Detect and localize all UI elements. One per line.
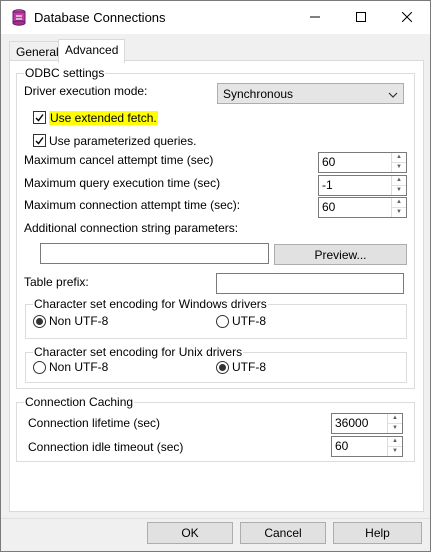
ok-button-label: OK xyxy=(181,526,199,540)
max-cancel-label: Maximum cancel attempt time (sec) xyxy=(24,153,214,167)
use-parameterized-label[interactable]: Use parameterized queries. xyxy=(49,134,196,148)
connection-idle-spinner[interactable]: ▲ ▼ xyxy=(387,437,402,456)
max-connection-value: 60 xyxy=(322,200,336,214)
connection-lifetime-value: 36000 xyxy=(335,416,369,430)
max-connection-input[interactable]: 60 ▲ ▼ xyxy=(318,197,407,218)
help-button[interactable]: Help xyxy=(333,522,422,544)
driver-mode-select[interactable]: Synchronous xyxy=(217,83,404,104)
use-extended-fetch-label[interactable]: Use extended fetch. xyxy=(49,111,158,125)
windows-utf8-radio[interactable] xyxy=(216,315,229,328)
max-query-input[interactable]: -1 ▲ ▼ xyxy=(318,175,407,196)
spin-up-icon[interactable]: ▲ xyxy=(392,153,406,163)
spin-up-icon[interactable]: ▲ xyxy=(388,414,402,424)
use-parameterized-checkbox[interactable] xyxy=(33,134,46,147)
preview-button[interactable]: Preview... xyxy=(274,244,407,265)
unix-non-utf8-label[interactable]: Non UTF-8 xyxy=(49,360,108,374)
connection-lifetime-label: Connection lifetime (sec) xyxy=(28,416,161,430)
spin-up-icon[interactable]: ▲ xyxy=(388,437,402,447)
advanced-tab-panel: ODBC settings Driver execution mode: Syn… xyxy=(9,60,424,512)
table-prefix-input[interactable] xyxy=(216,273,404,294)
max-cancel-spinner[interactable]: ▲ ▼ xyxy=(391,153,406,172)
windows-utf8-label[interactable]: UTF-8 xyxy=(232,314,266,328)
windows-non-utf8-radio[interactable] xyxy=(33,315,46,328)
connection-idle-value: 60 xyxy=(335,439,349,453)
driver-mode-label: Driver execution mode: xyxy=(24,84,148,98)
cancel-button-label: Cancel xyxy=(264,526,302,540)
preview-button-label: Preview... xyxy=(314,247,367,262)
connection-idle-input[interactable]: 60 ▲ ▼ xyxy=(331,436,403,457)
chevron-down-icon xyxy=(388,88,398,102)
check-icon xyxy=(35,114,44,122)
minimize-button[interactable] xyxy=(292,1,338,34)
unix-utf8-label[interactable]: UTF-8 xyxy=(232,360,266,374)
tab-general-label: General xyxy=(16,45,59,59)
max-query-value: -1 xyxy=(322,178,333,192)
spin-down-icon[interactable]: ▼ xyxy=(392,163,406,173)
close-icon xyxy=(401,11,413,25)
max-query-label: Maximum query execution time (sec) xyxy=(24,176,221,190)
ok-button[interactable]: OK xyxy=(147,522,233,544)
spin-down-icon[interactable]: ▼ xyxy=(388,447,402,457)
spin-down-icon[interactable]: ▼ xyxy=(388,424,402,434)
close-button[interactable] xyxy=(384,1,430,34)
window-title: Database Connections xyxy=(34,10,166,25)
connection-idle-label: Connection idle timeout (sec) xyxy=(28,440,184,454)
unix-utf8-radio[interactable] xyxy=(216,361,229,374)
title-bar[interactable]: Database Connections xyxy=(1,1,430,34)
help-button-label: Help xyxy=(365,526,390,540)
windows-non-utf8-label[interactable]: Non UTF-8 xyxy=(49,314,108,328)
connection-lifetime-spinner[interactable]: ▲ ▼ xyxy=(387,414,402,433)
unix-encoding-label: Character set encoding for Unix drivers xyxy=(33,345,244,359)
additional-params-label: Additional connection string parameters: xyxy=(24,221,239,235)
database-connections-dialog: Database Connections General Advanced OD… xyxy=(0,0,431,552)
max-cancel-value: 60 xyxy=(322,155,336,169)
windows-encoding-label: Character set encoding for Windows drive… xyxy=(33,297,268,311)
max-connection-label: Maximum connection attempt time (sec): xyxy=(24,198,241,212)
spin-down-icon[interactable]: ▼ xyxy=(392,208,406,218)
connection-caching-label: Connection Caching xyxy=(24,395,135,409)
tab-advanced[interactable]: Advanced xyxy=(58,39,126,63)
connection-lifetime-input[interactable]: 36000 ▲ ▼ xyxy=(331,413,403,434)
spin-down-icon[interactable]: ▼ xyxy=(392,186,406,196)
minimize-icon xyxy=(310,11,320,25)
cancel-button[interactable]: Cancel xyxy=(240,522,326,544)
maximize-button[interactable] xyxy=(338,1,384,34)
database-icon xyxy=(11,9,27,26)
spin-up-icon[interactable]: ▲ xyxy=(392,176,406,186)
max-connection-spinner[interactable]: ▲ ▼ xyxy=(391,198,406,217)
unix-non-utf8-radio[interactable] xyxy=(33,361,46,374)
use-extended-fetch-checkbox[interactable] xyxy=(33,111,46,124)
additional-params-input[interactable] xyxy=(40,243,269,264)
max-cancel-input[interactable]: 60 ▲ ▼ xyxy=(318,152,407,173)
spin-up-icon[interactable]: ▲ xyxy=(392,198,406,208)
odbc-settings-label: ODBC settings xyxy=(24,66,106,80)
check-icon xyxy=(35,137,44,145)
tab-advanced-label: Advanced xyxy=(65,43,119,57)
driver-mode-value: Synchronous xyxy=(223,87,294,101)
maximize-icon xyxy=(356,11,366,25)
max-query-spinner[interactable]: ▲ ▼ xyxy=(391,176,406,195)
table-prefix-label: Table prefix: xyxy=(24,275,89,289)
